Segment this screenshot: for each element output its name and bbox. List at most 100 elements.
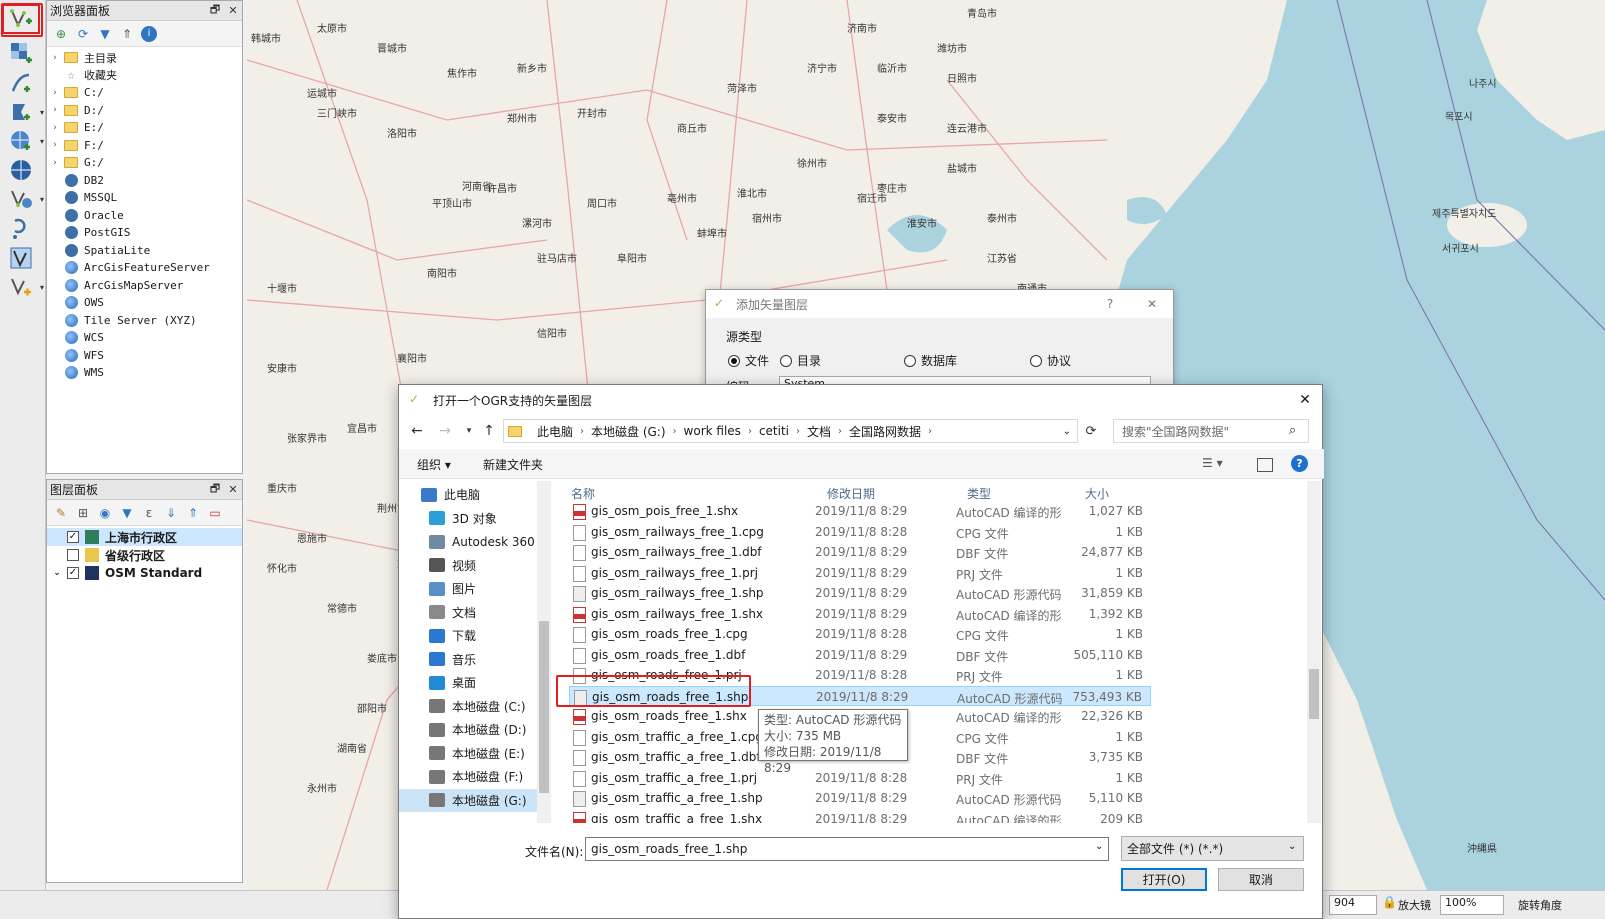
- float-icon[interactable]: 🗗: [206, 480, 224, 499]
- layer-item[interactable]: ⌄ ✓ OSM Standard: [47, 564, 242, 582]
- column-name[interactable]: 名称: [571, 485, 595, 502]
- view-options-icon[interactable]: ☰ ▾: [1202, 456, 1223, 470]
- browser-item[interactable]: › F:/: [47, 137, 242, 155]
- file-row[interactable]: gis_osm_roads_free_1.cpg 2019/11/8 8:28 CP…: [569, 624, 1151, 645]
- nav-item[interactable]: 本地磁盘 (F:): [399, 765, 547, 789]
- chevron-right-icon[interactable]: ›: [838, 426, 842, 437]
- file-row[interactable]: gis_osm_railways_free_1.shp 2019/11/8 8:2…: [569, 583, 1151, 604]
- nav-item[interactable]: 桌面: [399, 671, 547, 695]
- chevron-right-icon[interactable]: ›: [748, 426, 752, 437]
- chevron-right-icon[interactable]: ›: [673, 426, 677, 437]
- nav-item[interactable]: 音乐: [399, 648, 547, 672]
- expand-arrow-icon[interactable]: ›: [47, 123, 63, 133]
- browser-item[interactable]: ArcGisMapServer: [47, 277, 242, 295]
- preview-pane-icon[interactable]: [1257, 458, 1273, 472]
- layer-item[interactable]: 省级行政区: [47, 546, 242, 564]
- remove-layer-icon[interactable]: ▭: [207, 505, 223, 521]
- recent-dropdown-icon[interactable]: ▾: [459, 419, 479, 443]
- nav-item[interactable]: 本地磁盘 (D:): [399, 718, 547, 742]
- expand-arrow-icon[interactable]: ⌄: [47, 568, 67, 578]
- column-type[interactable]: 类型: [967, 485, 991, 502]
- visibility-eye-icon[interactable]: ◉: [97, 505, 113, 521]
- collapse-all-icon[interactable]: ⇑: [119, 26, 135, 42]
- cancel-button[interactable]: 取消: [1218, 868, 1304, 891]
- file-row[interactable]: gis_osm_railways_free_1.shx 2019/11/8 8:2…: [569, 604, 1151, 625]
- source-type-radio[interactable]: 数据库: [904, 352, 957, 369]
- layer-item[interactable]: ✓ 上海市行政区: [47, 528, 242, 546]
- expand-arrow-icon[interactable]: ›: [47, 105, 63, 115]
- layer-visibility-checkbox[interactable]: [67, 549, 79, 561]
- browser-item[interactable]: › G:/: [47, 154, 242, 172]
- nav-item[interactable]: 视频: [399, 554, 547, 578]
- help-button[interactable]: ?: [1089, 297, 1131, 311]
- add-delimited-text-button[interactable]: [4, 70, 38, 96]
- breadcrumb-item[interactable]: 全国路网数据: [849, 423, 921, 440]
- search-input[interactable]: 搜索"全国路网数据": [1113, 419, 1309, 443]
- nav-item[interactable]: Autodesk 360: [399, 530, 547, 554]
- file-row[interactable]: gis_osm_pois_free_1.shx 2019/11/8 8:29 Aut…: [569, 501, 1151, 522]
- organize-button[interactable]: 组织 ▾: [417, 456, 451, 473]
- filter-icon[interactable]: ▼: [97, 26, 113, 42]
- file-row[interactable]: gis_osm_traffic_a_free_1.shp 2019/11/8 8:…: [569, 788, 1151, 809]
- breadcrumb-item[interactable]: work files: [684, 424, 741, 438]
- file-row[interactable]: gis_osm_traffic_a_free_1.shx 2019/11/8 8:…: [569, 809, 1151, 823]
- up-arrow-icon[interactable]: ↑: [479, 419, 499, 443]
- search-icon[interactable]: ⌕: [1289, 423, 1296, 438]
- lock-icon[interactable]: 🔒: [1382, 895, 1397, 909]
- filter-dropdown-icon[interactable]: ⌄: [1288, 841, 1296, 852]
- source-type-radio[interactable]: 目录: [780, 352, 821, 369]
- browser-item[interactable]: Oracle: [47, 207, 242, 225]
- browser-item[interactable]: WMS: [47, 364, 242, 382]
- nav-item[interactable]: 此电脑: [399, 483, 547, 507]
- chevron-right-icon[interactable]: ›: [928, 426, 932, 437]
- nav-item[interactable]: 下载: [399, 624, 547, 648]
- browser-item[interactable]: › E:/: [47, 119, 242, 137]
- collapse-all-icon[interactable]: ⇑: [185, 505, 201, 521]
- browser-item[interactable]: › 主目录: [47, 49, 242, 67]
- browser-item[interactable]: WFS: [47, 347, 242, 365]
- expand-arrow-icon[interactable]: ›: [47, 140, 63, 150]
- chevron-down-icon[interactable]: ⌄: [1063, 426, 1071, 437]
- close-button[interactable]: ✕: [1288, 392, 1322, 408]
- dropdown-arrow-icon[interactable]: ▾: [40, 137, 44, 146]
- nav-item[interactable]: 本地磁盘 (E:): [399, 742, 547, 766]
- browser-item[interactable]: DB2: [47, 172, 242, 190]
- expand-arrow-icon[interactable]: ›: [47, 88, 63, 98]
- refresh-icon[interactable]: ⟳: [1081, 419, 1101, 443]
- column-date[interactable]: 修改日期: [827, 485, 875, 502]
- add-virtual-layer-button[interactable]: [4, 216, 38, 242]
- browser-item[interactable]: WCS: [47, 329, 242, 347]
- add-spatialite-button[interactable]: ▾: [4, 99, 44, 125]
- browser-item[interactable]: ArcGisFeatureServer: [47, 259, 242, 277]
- nav-item[interactable]: 图片: [399, 577, 547, 601]
- forward-arrow-icon[interactable]: →: [435, 419, 455, 443]
- close-icon[interactable]: ✕: [224, 4, 242, 17]
- layer-visibility-checkbox[interactable]: ✓: [67, 567, 79, 579]
- browser-item[interactable]: OWS: [47, 294, 242, 312]
- coordinate-field[interactable]: 904: [1329, 895, 1377, 915]
- filter-icon[interactable]: ▼: [119, 505, 135, 521]
- filename-dropdown-icon[interactable]: ⌄: [1095, 841, 1103, 852]
- float-icon[interactable]: 🗗: [206, 1, 224, 20]
- add-vector-tile-button[interactable]: ▾: [4, 186, 44, 212]
- filename-input[interactable]: gis_osm_roads_free_1.shp: [585, 837, 1109, 861]
- radio-icon[interactable]: [1030, 354, 1042, 367]
- back-arrow-icon[interactable]: ←: [407, 419, 427, 443]
- browser-item[interactable]: MSSQL: [47, 189, 242, 207]
- info-icon[interactable]: i: [141, 25, 157, 42]
- radio-icon[interactable]: [780, 354, 792, 367]
- open-button[interactable]: 打开(O): [1121, 868, 1207, 891]
- expand-arrow-icon[interactable]: ›: [47, 158, 63, 168]
- source-type-radio[interactable]: 文件: [728, 352, 769, 369]
- file-list-scrollbar[interactable]: [1307, 481, 1321, 823]
- expression-filter-icon[interactable]: ε: [141, 505, 157, 521]
- expand-arrow-icon[interactable]: ›: [47, 53, 63, 63]
- chevron-right-icon[interactable]: ›: [796, 426, 800, 437]
- browser-item[interactable]: PostGIS: [47, 224, 242, 242]
- layer-symbol-icon[interactable]: [85, 548, 99, 562]
- add-wms-button[interactable]: ▾: [4, 128, 44, 154]
- nav-scrollbar[interactable]: [537, 481, 551, 823]
- expand-all-icon[interactable]: ⇓: [163, 505, 179, 521]
- file-scroll-thumb[interactable]: [1309, 669, 1319, 719]
- source-type-radio[interactable]: 协议: [1030, 352, 1071, 369]
